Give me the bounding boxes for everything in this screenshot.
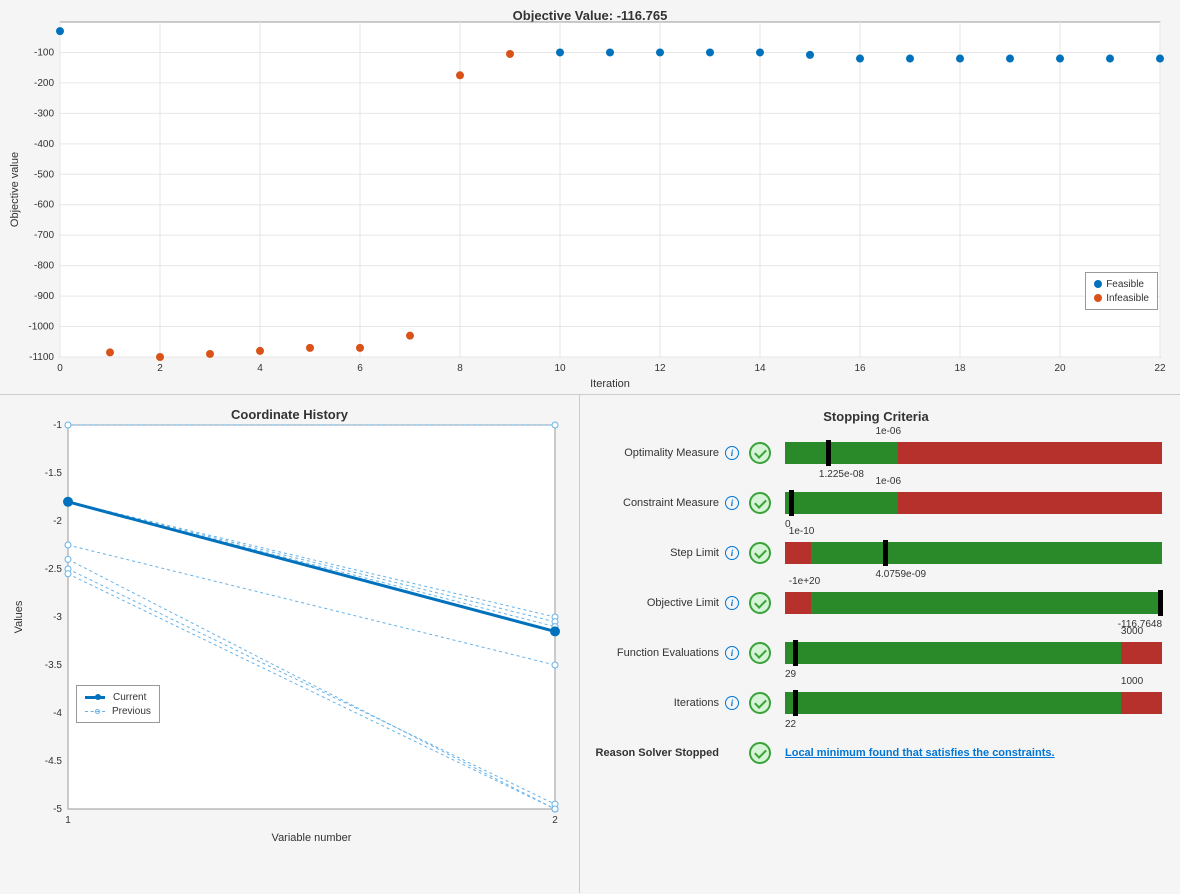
check-icon (749, 692, 771, 714)
svg-text:22: 22 (1154, 363, 1166, 374)
stopping-criteria-panel: Stopping Criteria Optimality Measure i 1… (580, 395, 1180, 893)
info-icon[interactable]: i (725, 596, 739, 610)
info-icon[interactable]: i (725, 546, 739, 560)
criteria-label: Optimality Measure (590, 447, 725, 459)
svg-text:-3.5: -3.5 (45, 660, 63, 671)
svg-text:-4.5: -4.5 (45, 756, 63, 767)
check-icon (749, 442, 771, 464)
svg-text:1: 1 (65, 815, 71, 826)
svg-text:-2.5: -2.5 (45, 564, 63, 575)
svg-text:-600: -600 (34, 200, 54, 211)
criteria-bar: -1e+20 -116.7648 (785, 592, 1162, 614)
info-icon[interactable]: i (725, 696, 739, 710)
criteria-row: Optimality Measure i 1e-06 1.225e-08 (590, 442, 1162, 464)
svg-text:Variable number: Variable number (272, 832, 352, 844)
legend-feasible: Feasible (1106, 279, 1144, 290)
reason-row: Reason Solver Stopped i Local minimum fo… (590, 742, 1162, 764)
legend-top: Feasible Infeasible (1085, 272, 1158, 310)
svg-text:-500: -500 (34, 169, 54, 180)
svg-text:8: 8 (457, 363, 463, 374)
criteria-bar: 1e-10 4.0759e-09 (785, 542, 1162, 564)
criteria-row: Step Limit i 1e-10 4.0759e-09 (590, 542, 1162, 564)
legend-current: Current (113, 692, 146, 703)
svg-text:Values: Values (13, 600, 25, 633)
criteria-bar: 1e-06 0 (785, 492, 1162, 514)
svg-text:-5: -5 (53, 804, 62, 815)
svg-text:-200: -200 (34, 78, 54, 89)
info-icon[interactable]: i (725, 646, 739, 660)
check-icon (749, 592, 771, 614)
svg-text:-1.5: -1.5 (45, 468, 63, 479)
criteria-row: Iterations i 1000 22 (590, 692, 1162, 714)
check-icon (749, 542, 771, 564)
criteria-row: Constraint Measure i 1e-06 0 (590, 492, 1162, 514)
svg-text:2: 2 (157, 363, 163, 374)
check-icon (749, 642, 771, 664)
criteria-label: Function Evaluations (590, 647, 725, 659)
criteria-row: Objective Limit i -1e+20 -116.7648 (590, 592, 1162, 614)
legend-coord: Current Previous (76, 685, 160, 723)
legend-previous: Previous (112, 706, 151, 717)
reason-label: Reason Solver Stopped (590, 747, 725, 759)
svg-text:16: 16 (854, 363, 866, 374)
svg-text:-400: -400 (34, 139, 54, 150)
info-icon[interactable]: i (725, 496, 739, 510)
svg-text:-1: -1 (53, 420, 62, 431)
check-icon (749, 742, 771, 764)
criteria-row: Function Evaluations i 3000 29 (590, 642, 1162, 664)
svg-text:18: 18 (954, 363, 966, 374)
chart-title: Coordinate History (0, 395, 579, 422)
svg-text:14: 14 (754, 363, 766, 374)
svg-text:12: 12 (654, 363, 666, 374)
stopping-title: Stopping Criteria (590, 409, 1162, 424)
svg-text:2: 2 (552, 815, 558, 826)
svg-text:Objective value: Objective value (9, 152, 21, 227)
criteria-label: Constraint Measure (590, 497, 725, 509)
svg-text:-700: -700 (34, 230, 54, 241)
criteria-label: Step Limit (590, 547, 725, 559)
info-icon[interactable]: i (725, 446, 739, 460)
check-icon (749, 492, 771, 514)
criteria-bar: 3000 29 (785, 642, 1162, 664)
svg-text:Iteration: Iteration (590, 378, 630, 390)
svg-text:-300: -300 (34, 108, 54, 119)
criteria-bar: 1000 22 (785, 692, 1162, 714)
svg-text:20: 20 (1054, 363, 1066, 374)
criteria-label: Iterations (590, 697, 725, 709)
coordinate-history-chart: Coordinate History 1 2 -1 -1.5 -2 -2.5 -3 -3.5 -… (0, 395, 580, 893)
svg-text:-3: -3 (53, 612, 62, 623)
svg-text:-4: -4 (53, 708, 62, 719)
svg-text:10: 10 (554, 363, 566, 374)
svg-text:4: 4 (257, 363, 263, 374)
svg-text:-1000: -1000 (28, 322, 54, 333)
svg-text:-900: -900 (34, 291, 54, 302)
svg-text:-800: -800 (34, 261, 54, 272)
objective-value-chart: Objective Value: -116.765 02468101214161… (0, 0, 1180, 395)
reason-link[interactable]: Local minimum found that satisfies the c… (785, 747, 1055, 759)
svg-text:-2: -2 (53, 516, 62, 527)
svg-text:-100: -100 (34, 47, 54, 58)
legend-infeasible: Infeasible (1106, 293, 1149, 304)
criteria-bar: 1e-06 1.225e-08 (785, 442, 1162, 464)
svg-text:6: 6 (357, 363, 363, 374)
svg-text:-1100: -1100 (29, 352, 54, 363)
criteria-label: Objective Limit (590, 597, 725, 609)
svg-text:0: 0 (57, 363, 63, 374)
